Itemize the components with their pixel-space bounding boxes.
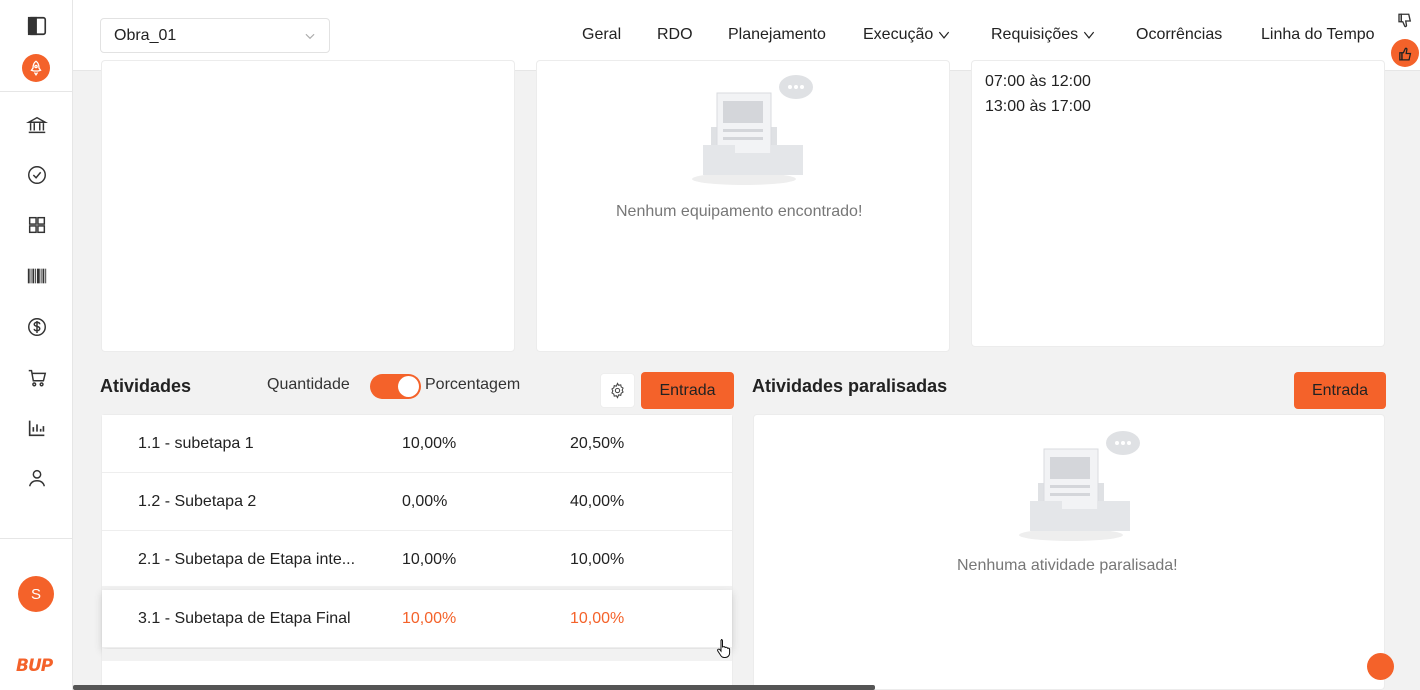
nav-ocorrencias[interactable]: Ocorrências [1136, 26, 1222, 44]
nav-label: Linha do Tempo [1261, 26, 1375, 43]
schedule-hours: 13:00 às 17:00 [985, 98, 1091, 115]
activity-name: 1.1 - subetapa 1 [138, 435, 254, 452]
brand-logo: BUP [16, 656, 53, 676]
obra-select-value: Obra_01 [114, 26, 177, 44]
gear-icon [611, 382, 624, 399]
activity-value-2: 20,50% [570, 435, 625, 452]
nav-rdo[interactable]: RDO [657, 26, 693, 44]
list-gap [102, 649, 732, 661]
toggle-label-quantidade: Quantidade [267, 376, 350, 393]
toggle-knob [398, 376, 419, 397]
activity-value-2: 40,00% [570, 493, 625, 510]
barcode-icon[interactable] [24, 263, 50, 289]
horizontal-scrollbar[interactable] [73, 685, 875, 690]
grid-icon[interactable] [24, 212, 50, 238]
cart-icon[interactable] [24, 365, 50, 391]
sidebar: S BUP [0, 0, 73, 690]
nav-planejamento[interactable]: Planejamento [728, 26, 826, 44]
activity-name: 2.1 - Subetapa de Etapa inte... [138, 551, 356, 568]
bank-icon[interactable] [24, 112, 50, 138]
sidebar-divider [0, 91, 73, 92]
dollar-icon[interactable] [24, 314, 50, 340]
activity-name: 3.1 - Subetapa de Etapa Final [138, 610, 351, 627]
nav-label: Requisições [991, 26, 1079, 43]
check-circle-icon[interactable] [24, 162, 50, 188]
paused-entry-button[interactable]: Entrada [1294, 372, 1386, 409]
empty-inbox-icon [692, 75, 813, 185]
thumbs-up-button[interactable] [1391, 39, 1419, 67]
activity-value-1: 10,00% [402, 551, 457, 568]
chevron-down-icon [305, 33, 315, 40]
table-row[interactable]: 1.2 - Subetapa 2 0,00% 40,00% [102, 473, 732, 531]
table-row[interactable]: 3.1 - Subetapa de Etapa Final 10,00% 10,… [102, 590, 732, 648]
nav-requisicoes[interactable]: Requisições [991, 26, 1096, 44]
table-row[interactable]: 2.1 - Subetapa de Etapa inte... 10,00% 1… [102, 531, 732, 589]
thumbs-up-icon [1398, 47, 1411, 61]
panel-toggle-icon[interactable] [24, 13, 50, 39]
toggle-label-porcentagem: Porcentagem [425, 376, 521, 393]
nav-label: Ocorrências [1136, 26, 1223, 43]
nav-label: Planejamento [728, 26, 826, 43]
nav-label: Execução [863, 26, 934, 43]
activity-value-1: 0,00% [402, 493, 448, 510]
chevron-down-icon [1084, 31, 1095, 39]
sidebar-divider [0, 538, 73, 539]
hand-cursor-icon [717, 639, 731, 658]
avatar[interactable]: S [18, 576, 54, 612]
chevron-down-icon [939, 31, 950, 39]
activity-name: 1.2 - Subetapa 2 [138, 493, 257, 510]
activities-entry-button[interactable]: Entrada [641, 372, 734, 409]
activity-value-1: 10,00% [402, 435, 457, 452]
nav-execucao[interactable]: Execução [863, 26, 951, 44]
activities-title: Atividades [100, 376, 192, 396]
top-left-card [101, 60, 515, 352]
activity-value-2: 10,00% [570, 551, 625, 568]
paused-card [753, 414, 1385, 690]
bar-chart-icon[interactable] [24, 415, 50, 441]
settings-button[interactable] [600, 373, 635, 408]
table-row[interactable]: 1.1 - subetapa 1 10,00% 20,50% [102, 415, 732, 473]
rocket-icon[interactable] [22, 54, 50, 82]
paused-title: Atividades paralisadas [752, 376, 948, 396]
help-chat-button[interactable] [1367, 653, 1394, 680]
activity-value-1: 10,00% [402, 610, 457, 627]
equipment-empty-text: Nenhum equipamento encontrado! [616, 203, 863, 220]
nav-linha-do-tempo[interactable]: Linha do Tempo [1261, 26, 1375, 44]
thumbs-down-icon[interactable] [1396, 12, 1414, 30]
quantity-percentage-toggle[interactable] [370, 374, 421, 399]
obra-select[interactable]: Obra_01 [100, 18, 330, 53]
user-icon[interactable] [24, 465, 50, 491]
nav-geral[interactable]: Geral [582, 26, 621, 44]
nav-label: Geral [582, 26, 622, 43]
activity-value-2: 10,00% [570, 610, 625, 627]
empty-inbox-icon [1019, 431, 1140, 541]
nav-label: RDO [657, 26, 693, 43]
schedule-hours: 07:00 às 12:00 [985, 73, 1091, 90]
paused-empty-text: Nenhuma atividade paralisada! [957, 557, 1178, 574]
